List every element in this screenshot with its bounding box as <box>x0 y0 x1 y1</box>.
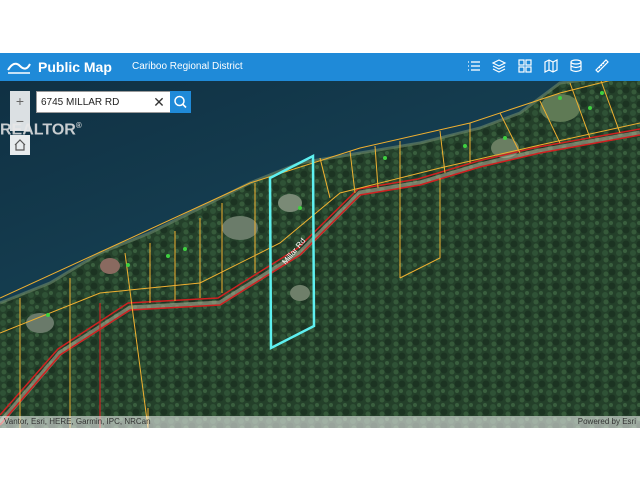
grid-icon[interactable] <box>517 58 533 74</box>
home-icon <box>14 139 26 151</box>
clear-search-icon[interactable]: ✕ <box>151 94 167 110</box>
district-logo-icon <box>7 62 31 74</box>
zoom-in-button[interactable]: + <box>10 91 30 111</box>
list-icon[interactable] <box>466 58 482 74</box>
search-icon <box>174 95 187 109</box>
page-title: Public Map <box>38 59 112 75</box>
home-button[interactable] <box>10 135 30 155</box>
database-icon[interactable] <box>568 58 584 74</box>
search-input[interactable] <box>41 95 149 109</box>
page-subtitle: Cariboo Regional District <box>132 61 243 72</box>
powered-by-esri[interactable]: Powered by Esri <box>578 417 636 426</box>
measure-icon[interactable] <box>594 58 610 74</box>
layers-icon[interactable] <box>491 58 507 74</box>
attribution-sources: Vantor, Esri, HERE, Garmin, IPC, NRCan <box>4 417 151 426</box>
address-search: ✕ <box>36 91 190 113</box>
edit-map-icon[interactable] <box>543 58 559 74</box>
attribution-bar: Vantor, Esri, HERE, Garmin, IPC, NRCan P… <box>0 416 640 428</box>
search-button[interactable] <box>170 91 191 113</box>
header-bar: Public Map Cariboo Regional District <box>0 53 640 81</box>
